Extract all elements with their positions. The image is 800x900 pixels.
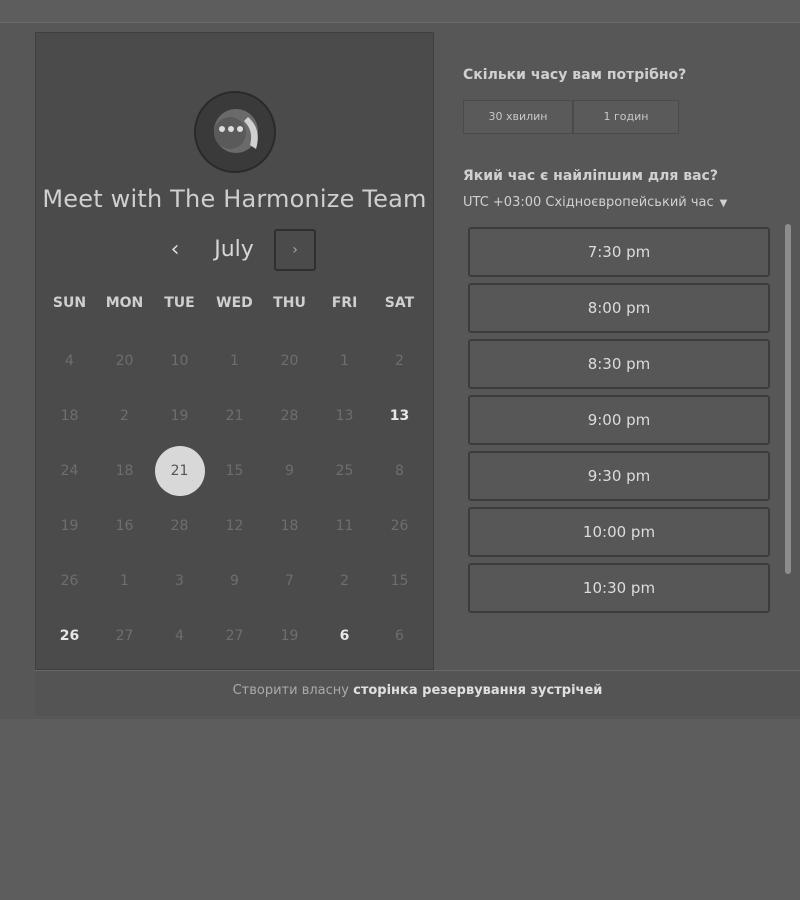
time-slot-button[interactable]: 8:30 pm	[468, 339, 770, 389]
calendar-day: 20	[280, 352, 299, 369]
calendar-day: 26	[390, 517, 409, 534]
calendar-day: 19	[170, 407, 189, 424]
calendar-day: 3	[175, 572, 184, 589]
weekday-label: MON	[105, 295, 144, 311]
calendar-day: 19	[280, 627, 299, 644]
calendar-day: 20	[115, 352, 134, 369]
calendar-day: 28	[170, 517, 189, 534]
create-booking-page-link[interactable]: сторінка резервування зустрічей	[353, 683, 602, 698]
calendar-week: 19 16 28 12 18 11 26	[42, 498, 427, 553]
weekday-label: SUN	[52, 295, 87, 311]
next-month-button[interactable]: ›	[274, 229, 316, 271]
calendar-day: 2	[340, 572, 349, 589]
calendar-day: 28	[280, 407, 299, 424]
calendar-day: 15	[225, 462, 244, 479]
calendar-day: 9	[230, 572, 239, 589]
weekday-label: SAT	[384, 295, 415, 311]
duration-question: Скільки часу вам потрібно?	[463, 67, 687, 83]
calendar-day: 25	[335, 462, 354, 479]
calendar-day: 16	[115, 517, 134, 534]
weekday-header: SUN MON TUE WED THU FRI SAT	[42, 295, 427, 311]
weekday-label: FRI	[331, 295, 358, 311]
calendar-day: 24	[60, 462, 79, 479]
duration-1hour-button[interactable]: 1 годин	[573, 100, 679, 134]
calendar-day: 10	[170, 352, 189, 369]
page-title: Meet with The Harmonize Team	[42, 185, 427, 213]
calendar-week: 26 1 3 9 7 2 15	[42, 553, 427, 608]
month-label: July	[214, 237, 254, 262]
calendar-day: 1	[230, 352, 239, 369]
calendar-day: 8	[395, 462, 404, 479]
calendar-day: 26	[60, 572, 79, 589]
calendar-day: 12	[225, 517, 244, 534]
calendar-day: 27	[225, 627, 244, 644]
time-slot-button[interactable]: 9:30 pm	[468, 451, 770, 501]
footer-text: Створити власну сторінка резервування зу…	[35, 683, 800, 698]
calendar-day: 11	[335, 517, 354, 534]
time-slot-list: 7:30 pm 8:00 pm 8:30 pm 9:00 pm 9:30 pm …	[463, 224, 785, 628]
calendar-day: 13	[335, 407, 354, 424]
calendar-day-available[interactable]: 13	[372, 391, 427, 441]
calendar-day: 2	[120, 407, 129, 424]
time-slot-button[interactable]: 10:00 pm	[468, 507, 770, 557]
calendar-day: 21	[225, 407, 244, 424]
team-logo	[194, 91, 276, 173]
calendar-day: 1	[120, 572, 129, 589]
footer: Створити власну сторінка резервування зу…	[35, 670, 800, 716]
calendar-day-available[interactable]: 6	[317, 611, 372, 661]
calendar-day: 4	[175, 627, 184, 644]
prev-month-button[interactable]: ‹	[160, 231, 190, 269]
calendar-day: 4	[65, 352, 74, 369]
calendar-day: 18	[115, 462, 134, 479]
time-slot-button[interactable]: 10:30 pm	[468, 563, 770, 613]
calendar-day: 6	[395, 627, 404, 644]
weekday-label: WED	[216, 295, 253, 311]
calendar-grid: 4 20 10 1 20 1 2 18 2 19 21 28 13 13 24 …	[42, 333, 427, 663]
calendar-day: 18	[60, 407, 79, 424]
timezone-label: UTC +03:00 Східноєвропейський час	[463, 195, 714, 210]
calendar-day-selected[interactable]: 21	[152, 445, 207, 496]
time-slot-button[interactable]: 9:00 pm	[468, 395, 770, 445]
calendar-week: 24 18 21 15 9 25 8	[42, 443, 427, 498]
calendar-week: 4 20 10 1 20 1 2	[42, 333, 427, 388]
calendar-day: 9	[285, 462, 294, 479]
calendar-panel: Meet with The Harmonize Team ‹ July › SU…	[35, 32, 434, 670]
calendar-day: 7	[285, 572, 294, 589]
chevron-down-icon: ▼	[719, 198, 728, 209]
calendar-day: 2	[395, 352, 404, 369]
selected-day-label: 21	[154, 445, 205, 496]
calendar-week: 26 27 4 27 19 6 6	[42, 608, 427, 663]
calendar-day-available[interactable]: 26	[42, 611, 97, 661]
calendar-day: 27	[115, 627, 134, 644]
weekday-label: THU	[273, 295, 306, 311]
time-slot-button[interactable]: 7:30 pm	[468, 227, 770, 277]
month-navigation: ‹ July ›	[36, 229, 433, 273]
time-question: Який час є найліпшим для вас?	[463, 168, 718, 184]
calendar-day: 1	[340, 352, 349, 369]
weekday-label: TUE	[164, 295, 195, 311]
calendar-day: 18	[280, 517, 299, 534]
time-slot-scrollbar[interactable]	[785, 224, 791, 574]
calendar-day: 15	[390, 572, 409, 589]
calendar-week: 18 2 19 21 28 13 13	[42, 388, 427, 443]
duration-toggle: 30 хвилин 1 годин	[463, 100, 679, 134]
calendar-day: 19	[60, 517, 79, 534]
timezone-select[interactable]: UTC +03:00 Східноєвропейський час ▼	[463, 195, 727, 210]
duration-30min-button[interactable]: 30 хвилин	[463, 100, 573, 134]
footer-prefix: Створити власну	[232, 683, 354, 698]
time-slot-button[interactable]: 8:00 pm	[468, 283, 770, 333]
